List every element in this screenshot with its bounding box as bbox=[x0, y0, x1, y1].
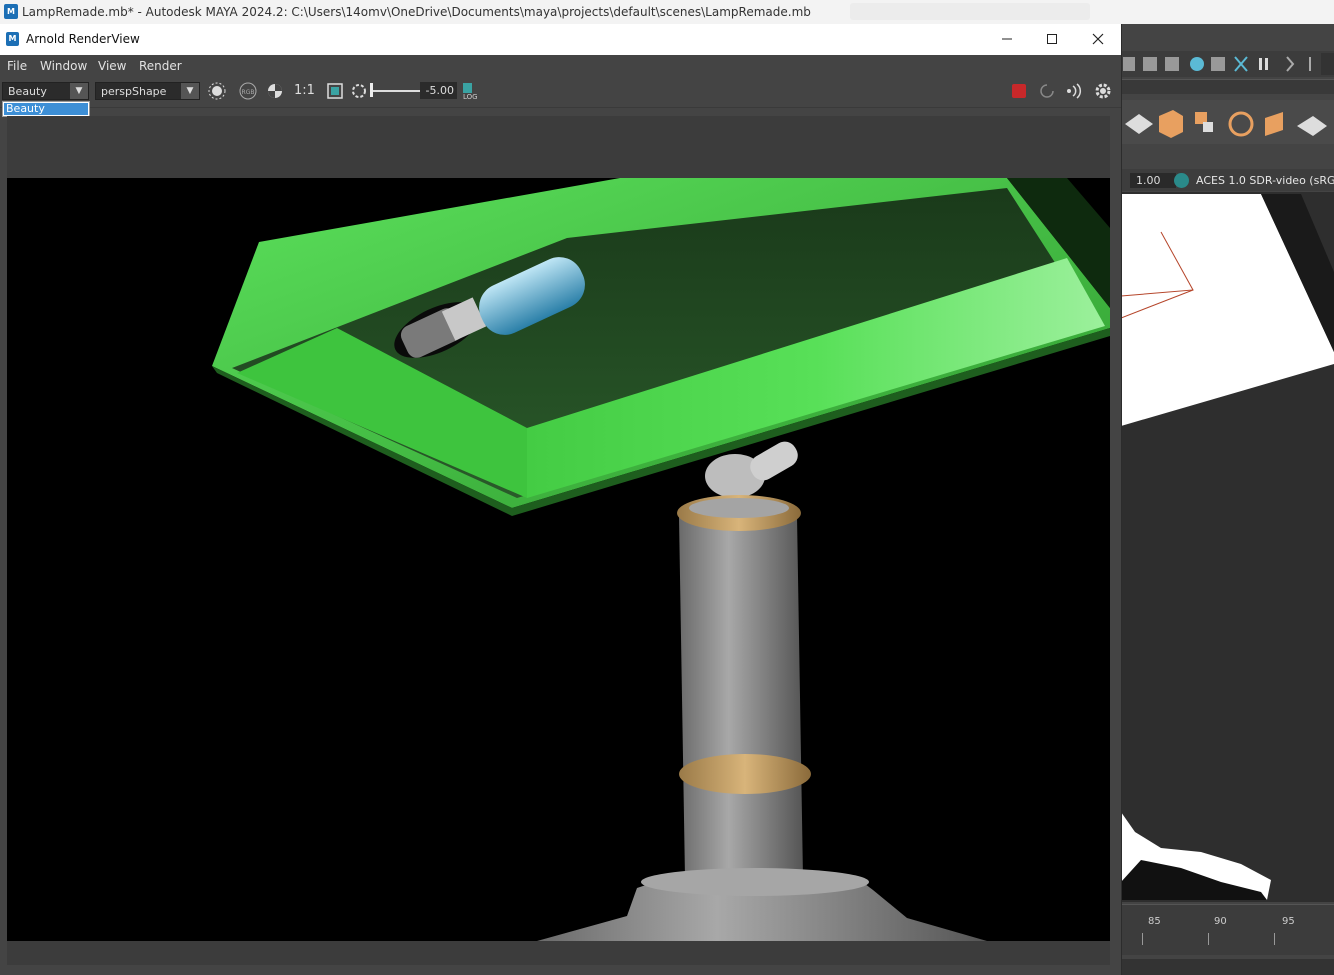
stone-base-top bbox=[641, 868, 869, 896]
color-management-icon[interactable] bbox=[1174, 173, 1189, 188]
stone-column bbox=[679, 516, 803, 878]
chevron-down-icon[interactable]: ▼ bbox=[70, 83, 88, 99]
timeline-number: 95 bbox=[1282, 916, 1295, 927]
render-canvas[interactable] bbox=[7, 178, 1110, 941]
renderview-title-bar[interactable]: M Arnold RenderView bbox=[0, 24, 1121, 55]
gear-icon[interactable] bbox=[1093, 81, 1113, 101]
exposure-slider[interactable] bbox=[372, 90, 420, 92]
timeline-number: 90 bbox=[1214, 916, 1227, 927]
close-icon bbox=[1092, 33, 1104, 45]
exposure-slider-handle[interactable] bbox=[370, 83, 373, 97]
stop-render-button[interactable] bbox=[1012, 84, 1026, 98]
time-slider[interactable] bbox=[1121, 904, 1334, 955]
menu-window[interactable]: Window bbox=[40, 55, 87, 77]
color-space-label[interactable]: ACES 1.0 SDR-video (sRGB) bbox=[1196, 173, 1334, 188]
rope-ring-bottom bbox=[679, 754, 811, 794]
renderview-title: Arnold RenderView bbox=[26, 32, 140, 46]
title-search-box[interactable] bbox=[850, 3, 1090, 20]
rgb-channel-icon[interactable]: RGB bbox=[237, 81, 259, 101]
menu-file[interactable]: File bbox=[7, 55, 27, 77]
maya-title-bar: M LampRemade.mb* - Autodesk MAYA 2024.2:… bbox=[0, 0, 1334, 24]
rgb-label: RGB bbox=[242, 89, 255, 96]
render-toolbar-icons[interactable] bbox=[1121, 51, 1334, 77]
timeline-tick bbox=[1142, 933, 1143, 945]
maya-background-workspace bbox=[1121, 24, 1334, 975]
camera-select-value: perspShape bbox=[101, 85, 167, 98]
maximize-icon bbox=[1047, 34, 1057, 44]
ipr-icon[interactable] bbox=[1064, 82, 1084, 100]
rope-ring-top-inner bbox=[689, 498, 789, 518]
menu-view[interactable]: View bbox=[98, 55, 126, 77]
viewport-scene bbox=[1121, 194, 1334, 900]
compare-ab-icon[interactable] bbox=[266, 82, 284, 100]
shelf-icons bbox=[1121, 100, 1334, 144]
timeline-number: 85 bbox=[1148, 916, 1161, 927]
log-label: LOG bbox=[463, 93, 478, 101]
log-icon[interactable] bbox=[463, 83, 472, 93]
minimize-icon bbox=[1002, 38, 1012, 40]
isolate-selection-icon[interactable] bbox=[206, 81, 228, 101]
maya-window-title: LampRemade.mb* - Autodesk MAYA 2024.2: C… bbox=[22, 5, 811, 19]
maximize-button[interactable] bbox=[1029, 24, 1075, 55]
shelf-tabs bbox=[1121, 79, 1334, 94]
aov-dropdown-list: Beauty bbox=[2, 101, 90, 117]
timeline-tick bbox=[1208, 933, 1209, 945]
exposure-icon[interactable] bbox=[350, 82, 368, 100]
timeline-tick bbox=[1274, 933, 1275, 945]
maya-app-icon: M bbox=[6, 32, 19, 46]
maya-viewport[interactable] bbox=[1121, 192, 1334, 902]
camera-select[interactable]: perspShape ▼ bbox=[95, 82, 200, 100]
refresh-icon[interactable] bbox=[1038, 82, 1056, 100]
close-button[interactable] bbox=[1075, 24, 1121, 55]
gamma-field[interactable]: 1.00 bbox=[1130, 173, 1176, 188]
renderview-menubar: File Window View Render bbox=[0, 55, 1121, 77]
minimize-button[interactable] bbox=[984, 24, 1030, 55]
ratio-1-to-1-button[interactable]: 1:1 bbox=[294, 83, 315, 98]
chevron-down-icon[interactable]: ▼ bbox=[181, 83, 199, 99]
exposure-field[interactable]: -5.00 bbox=[420, 82, 457, 99]
maya-app-icon: M bbox=[4, 4, 18, 19]
render-image bbox=[212, 178, 1110, 941]
aov-option-beauty[interactable]: Beauty bbox=[4, 103, 88, 115]
menu-render[interactable]: Render bbox=[139, 55, 182, 77]
aov-select-value: Beauty bbox=[8, 85, 47, 98]
status-line-toolbar bbox=[1121, 51, 1334, 77]
range-slider[interactable] bbox=[1121, 959, 1334, 975]
aov-select[interactable]: Beauty ▼ bbox=[2, 82, 89, 100]
frame-fit-icon[interactable] bbox=[326, 82, 344, 100]
